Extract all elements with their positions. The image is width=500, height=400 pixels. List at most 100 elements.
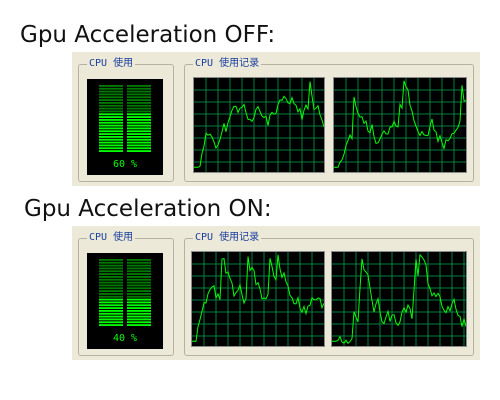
- cpu-history-plot-off-core2: [334, 78, 466, 172]
- meter-segment-lit: [127, 127, 151, 130]
- meter-segment-lit: [127, 116, 151, 118]
- meter-segment-dim: [99, 287, 123, 290]
- meter-segment-dim: [99, 85, 123, 87]
- meter-segment-dim: [127, 295, 151, 298]
- section-title-on: Gpu Acceleration ON:: [24, 196, 272, 222]
- meter-segment-dim: [99, 99, 123, 101]
- meter-segment-dim: [99, 90, 123, 93]
- cpu-history-graph-on-core2: [331, 251, 467, 347]
- meter-segment-lit: [127, 141, 151, 144]
- cpu-usage-percent-on: 40 %: [112, 333, 138, 344]
- meter-segment-lit: [127, 307, 151, 309]
- meter-segment-lit: [127, 138, 151, 141]
- task-manager-panel-off: CPU 使用 60 % CPU 使用记录: [72, 52, 480, 186]
- meter-segment-lit: [127, 312, 151, 315]
- meter-segment-lit: [99, 133, 123, 135]
- meter-segment-dim: [127, 99, 151, 101]
- meter-segment-dim: [127, 261, 151, 264]
- meter-segment-dim: [99, 264, 123, 267]
- meter-segment-lit: [127, 113, 151, 116]
- meter-segment-lit: [127, 321, 151, 324]
- meter-segment-dim: [99, 110, 123, 113]
- meter-segment-dim: [127, 104, 151, 107]
- meter-segment-lit: [127, 147, 151, 150]
- meter-segment-lit: [99, 324, 123, 326]
- meter-segment-lit: [99, 147, 123, 150]
- cpu-history-graph-off-core2: [333, 77, 467, 173]
- meter-segment-dim: [99, 107, 123, 110]
- cpu-usage-percent-off: 60 %: [112, 159, 138, 170]
- cpu-history-trace: [334, 80, 466, 168]
- meter-segment-lit: [99, 310, 123, 312]
- meter-segment-lit: [99, 138, 123, 141]
- meter-segment-lit: [99, 124, 123, 127]
- cpu-history-plot-on-core2: [332, 252, 466, 346]
- meter-segment-dim: [99, 273, 123, 275]
- meter-segment-dim: [99, 276, 123, 278]
- meter-segment-dim: [99, 261, 123, 264]
- meter-segment-dim: [127, 90, 151, 93]
- cpu-history-plot-off-core1: [194, 78, 324, 172]
- meter-segment-dim: [127, 270, 151, 273]
- meter-segment-dim: [127, 85, 151, 87]
- cpu-history-group-on: CPU 使用记录: [184, 231, 474, 356]
- meter-segment-lit: [127, 324, 151, 326]
- meter-segment-lit: [99, 315, 123, 318]
- cpu-history-graph-on-core1: [191, 251, 325, 347]
- section-title-off: Gpu Acceleration OFF:: [20, 22, 276, 48]
- meter-segment-dim: [127, 107, 151, 110]
- meter-segment-lit: [99, 136, 123, 138]
- meter-segment-dim: [127, 87, 151, 90]
- meter-segment-lit: [99, 121, 123, 124]
- meter-segment-dim: [127, 96, 151, 99]
- meter-segment-lit: [127, 315, 151, 318]
- meter-segment-lit: [99, 298, 123, 301]
- meter-segment-dim: [127, 267, 151, 270]
- meter-segment-dim: [99, 87, 123, 90]
- meter-segment-lit: [127, 144, 151, 147]
- meter-segment-lit: [127, 130, 151, 133]
- meter-segment-dim: [127, 273, 151, 275]
- meter-segment-lit: [127, 133, 151, 135]
- meter-segment-dim: [99, 259, 123, 261]
- meter-segment-dim: [127, 102, 151, 104]
- cpu-usage-group-off: CPU 使用 60 %: [78, 57, 174, 182]
- meter-segment-lit: [127, 119, 151, 121]
- meter-segment-lit: [127, 136, 151, 138]
- cpu-history-label-on: CPU 使用记录: [193, 231, 262, 245]
- meter-segment-lit: [99, 304, 123, 307]
- meter-segment-dim: [99, 270, 123, 273]
- screenshot-composite: Gpu Acceleration OFF: CPU 使用 60 % CPU 使用…: [0, 0, 500, 400]
- meter-segment-dim: [99, 96, 123, 99]
- cpu-usage-label-on: CPU 使用: [87, 231, 136, 245]
- cpu-history-group-off: CPU 使用记录: [184, 57, 474, 182]
- meter-segment-dim: [127, 293, 151, 295]
- meter-segment-lit: [127, 301, 151, 304]
- meter-segment-lit: [99, 127, 123, 130]
- meter-segment-lit: [99, 321, 123, 324]
- meter-segment-dim: [127, 278, 151, 281]
- meter-segment-dim: [127, 290, 151, 292]
- cpu-usage-meter-off: 60 %: [87, 79, 163, 175]
- meter-segment-dim: [99, 267, 123, 270]
- cpu-usage-group-on: CPU 使用 40 %: [78, 231, 174, 356]
- meter-segment-dim: [99, 295, 123, 298]
- meter-segment-lit: [99, 130, 123, 133]
- meter-segment-lit: [99, 150, 123, 152]
- meter-segment-lit: [99, 318, 123, 321]
- meter-segment-dim: [127, 276, 151, 278]
- meter-segment-dim: [99, 104, 123, 107]
- meter-segment-lit: [127, 150, 151, 152]
- meter-segment-dim: [127, 93, 151, 96]
- meter-segment-dim: [127, 264, 151, 267]
- cpu-history-trace: [192, 254, 324, 342]
- meter-segment-dim: [127, 287, 151, 290]
- meter-segment-lit: [99, 119, 123, 121]
- meter-segment-dim: [127, 281, 151, 284]
- cpu-history-graph-off-core1: [193, 77, 325, 173]
- meter-segment-lit: [127, 310, 151, 312]
- meter-segment-lit: [127, 298, 151, 301]
- cpu-history-trace: [194, 81, 324, 168]
- meter-segment-dim: [127, 259, 151, 261]
- meter-segment-lit: [99, 116, 123, 118]
